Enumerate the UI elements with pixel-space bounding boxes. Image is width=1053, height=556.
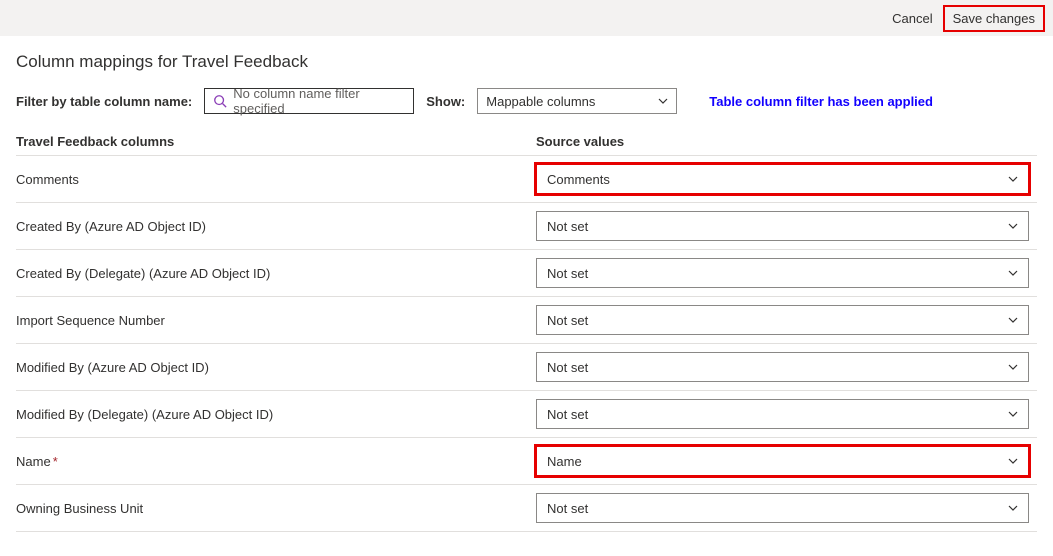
mapping-row: Owning Business Unit Not set bbox=[16, 485, 1037, 532]
save-highlight: Save changes bbox=[943, 5, 1045, 32]
column-label-text: Modified By (Azure AD Object ID) bbox=[16, 360, 209, 375]
chevron-down-icon bbox=[1008, 174, 1018, 184]
source-value-select[interactable]: Not set bbox=[536, 211, 1029, 241]
chevron-down-icon bbox=[1008, 221, 1018, 231]
mapping-row: Name*Name bbox=[16, 438, 1037, 485]
column-label-text: Import Sequence Number bbox=[16, 313, 165, 328]
mapping-row: Import Sequence Number Not set bbox=[16, 297, 1037, 344]
chevron-down-icon bbox=[1008, 315, 1018, 325]
show-select-value: Mappable columns bbox=[486, 94, 595, 109]
source-value-text: Comments bbox=[547, 172, 610, 187]
source-cell: Not set bbox=[536, 258, 1037, 288]
page-title: Column mappings for Travel Feedback bbox=[16, 52, 1037, 72]
save-changes-button[interactable]: Save changes bbox=[949, 9, 1039, 28]
search-icon bbox=[213, 94, 227, 108]
column-label-text: Modified By (Delegate) (Azure AD Object … bbox=[16, 407, 273, 422]
chevron-down-icon bbox=[1008, 268, 1018, 278]
source-cell: Not set bbox=[536, 493, 1037, 523]
mapping-rows: Comments Comments Created By (Azure AD Obj… bbox=[16, 155, 1037, 532]
source-cell: Not set bbox=[536, 211, 1037, 241]
mapping-row: Modified By (Delegate) (Azure AD Object … bbox=[16, 391, 1037, 438]
chevron-down-icon bbox=[658, 96, 668, 106]
column-name-filter-input[interactable]: No column name filter specified bbox=[204, 88, 414, 114]
source-value-select[interactable]: Not set bbox=[536, 399, 1029, 429]
source-value-text: Not set bbox=[547, 313, 588, 328]
filter-applied-message: Table column filter has been applied bbox=[709, 94, 933, 109]
page-body: Column mappings for Travel Feedback Filt… bbox=[0, 36, 1053, 556]
mapping-row: Modified By (Azure AD Object ID) Not set bbox=[16, 344, 1037, 391]
chevron-down-icon bbox=[1008, 456, 1018, 466]
column-label: Owning Business Unit bbox=[16, 501, 536, 516]
source-value-select[interactable]: Not set bbox=[536, 305, 1029, 335]
source-value-text: Not set bbox=[547, 407, 588, 422]
column-label: Import Sequence Number bbox=[16, 313, 536, 328]
column-label-text: Created By (Azure AD Object ID) bbox=[16, 219, 206, 234]
source-cell: Comments bbox=[536, 164, 1037, 194]
source-value-select[interactable]: Not set bbox=[536, 352, 1029, 382]
source-cell: Not set bbox=[536, 399, 1037, 429]
filter-row: Filter by table column name: No column n… bbox=[16, 88, 1037, 114]
column-label: Created By (Azure AD Object ID) bbox=[16, 219, 536, 234]
mapping-row: Comments Comments bbox=[16, 156, 1037, 203]
cancel-button[interactable]: Cancel bbox=[882, 5, 942, 32]
chevron-down-icon bbox=[1008, 409, 1018, 419]
column-label: Modified By (Azure AD Object ID) bbox=[16, 360, 536, 375]
source-value-text: Not set bbox=[547, 360, 588, 375]
source-value-select[interactable]: Not set bbox=[536, 258, 1029, 288]
column-label-text: Owning Business Unit bbox=[16, 501, 143, 516]
filter-placeholder: No column name filter specified bbox=[233, 86, 405, 116]
column-label: Created By (Delegate) (Azure AD Object I… bbox=[16, 266, 536, 281]
column-label: Name* bbox=[16, 454, 536, 469]
source-value-select[interactable]: Not set bbox=[536, 493, 1029, 523]
chevron-down-icon bbox=[1008, 503, 1018, 513]
source-cell: Name bbox=[536, 446, 1037, 476]
column-headers: Travel Feedback columns Source values bbox=[16, 134, 1037, 149]
source-value-select[interactable]: Comments bbox=[536, 164, 1029, 194]
top-bar: Cancel Save changes bbox=[0, 0, 1053, 36]
column-label: Comments bbox=[16, 172, 536, 187]
source-value-text: Not set bbox=[547, 501, 588, 516]
mapping-row: Created By (Azure AD Object ID) Not set bbox=[16, 203, 1037, 250]
column-label-text: Comments bbox=[16, 172, 79, 187]
source-value-text: Name bbox=[547, 454, 582, 469]
source-value-text: Not set bbox=[547, 219, 588, 234]
show-label: Show: bbox=[426, 94, 465, 109]
source-cell: Not set bbox=[536, 305, 1037, 335]
column-label: Modified By (Delegate) (Azure AD Object … bbox=[16, 407, 536, 422]
filter-label: Filter by table column name: bbox=[16, 94, 192, 109]
chevron-down-icon bbox=[1008, 362, 1018, 372]
source-value-text: Not set bbox=[547, 266, 588, 281]
right-column-header: Source values bbox=[536, 134, 624, 149]
required-indicator: * bbox=[53, 454, 58, 469]
source-value-select[interactable]: Name bbox=[536, 446, 1029, 476]
show-select[interactable]: Mappable columns bbox=[477, 88, 677, 114]
column-label-text: Name bbox=[16, 454, 51, 469]
left-column-header: Travel Feedback columns bbox=[16, 134, 536, 149]
mapping-row: Created By (Delegate) (Azure AD Object I… bbox=[16, 250, 1037, 297]
column-label-text: Created By (Delegate) (Azure AD Object I… bbox=[16, 266, 270, 281]
source-cell: Not set bbox=[536, 352, 1037, 382]
